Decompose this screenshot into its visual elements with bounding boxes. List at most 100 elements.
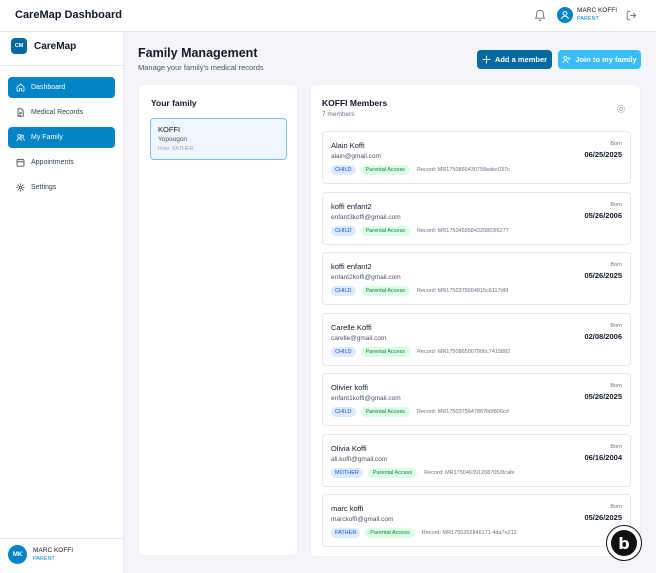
member-email: carelle@gmail.com xyxy=(331,334,387,342)
logout-icon[interactable] xyxy=(626,10,637,21)
sidebar-item-my-family[interactable]: My Family xyxy=(8,127,115,148)
birth-date: 06/25/2025 xyxy=(584,150,622,159)
relation-badge: CHILD xyxy=(331,225,356,236)
member-name: Carelle Koffi xyxy=(331,322,372,332)
access-badge: Parental Access xyxy=(367,467,418,478)
sidebar-item-dashboard[interactable]: Dashboard xyxy=(8,77,115,98)
sidebar-item-settings[interactable]: Settings xyxy=(8,177,115,198)
member-card[interactable]: marc koffi marckoffi@gmail.com FATHER Pa… xyxy=(322,494,631,547)
sidebar-item-label: My Family xyxy=(31,134,63,141)
relation-badge: CHILD xyxy=(331,286,356,296)
member-email: marckoffi@gmail.com xyxy=(331,516,394,523)
sidebar-item-medical-records[interactable]: Medical Records xyxy=(8,102,115,123)
sidebar-nav: Dashboard Medical Records My Family Appo… xyxy=(8,77,115,202)
record-id: Record: MR1750463912087053fcafe xyxy=(424,469,515,476)
page-subtitle: Manage your family's medical records xyxy=(138,63,264,72)
member-card[interactable]: Alain Koffi alain@gmail.com CHILD Parent… xyxy=(322,131,631,184)
builder-badge[interactable]: b xyxy=(606,525,642,561)
member-card[interactable]: Carelle Koffi carelle@gmail.com CHILD Pa… xyxy=(322,312,631,366)
family-panel: Your family KOFFI Yopougon Role: FATHER xyxy=(138,84,298,556)
users-icon xyxy=(16,134,25,142)
user-role: PARENT xyxy=(33,555,55,562)
record-id: Record: MR1750865007906c7415882 xyxy=(416,348,511,355)
birth-date: 05/26/2025 xyxy=(584,392,622,401)
born-label: Born xyxy=(610,201,622,208)
member-card[interactable]: koffi enfant2 enfant3koffi@gmail.com CHI… xyxy=(322,191,631,245)
members-panel: KOFFI Members 7 members Alain Koffi alai… xyxy=(310,84,641,557)
b-logo-icon: b xyxy=(611,530,637,556)
birth-date: 02/08/2006 xyxy=(584,331,622,341)
birth-date: 05/26/2006 xyxy=(584,210,622,220)
born-label: Born xyxy=(610,322,622,329)
member-card[interactable]: Olivia Koffi ali.koffi@gmail.com MOTHER … xyxy=(322,433,631,487)
plus-icon xyxy=(482,55,491,64)
top-bar: CareMap Dashboard MARC KOFFI PARENT xyxy=(0,0,656,32)
access-badge: Parental Access xyxy=(360,407,410,417)
born-label: Born xyxy=(610,443,622,450)
relation-badge: CHILD xyxy=(331,165,356,175)
birth-date: 06/16/2004 xyxy=(584,452,622,462)
user-name: MARC KOFFI xyxy=(33,546,74,554)
member-email: alain@gmail.com xyxy=(331,153,381,160)
family-role: Role: FATHER xyxy=(158,146,194,152)
app-title: CareMap Dashboard xyxy=(15,9,122,21)
birth-date: 05/26/2025 xyxy=(584,271,622,280)
sidebar-user[interactable]: MK MARC KOFFI PARENT xyxy=(8,545,73,564)
access-badge: Parental Access xyxy=(360,286,410,296)
record-id: Record: MR1750375647867b6f806cd xyxy=(416,409,509,415)
sidebar-item-label: Settings xyxy=(31,184,57,191)
document-icon xyxy=(17,108,24,117)
record-id: Record: MR1750865430758eabc037c xyxy=(416,167,510,173)
member-email: enfant3koffi@gmail.com xyxy=(331,213,401,221)
join-family-button[interactable]: Join to my family xyxy=(558,50,641,69)
join-family-label: Join to my family xyxy=(575,55,637,64)
member-name: Olivier koffi xyxy=(331,383,368,392)
avatar: MK xyxy=(8,545,27,564)
member-name: koffi enfant2 xyxy=(331,201,372,211)
bell-icon[interactable] xyxy=(534,9,546,22)
brand[interactable]: CM CareMap xyxy=(11,38,76,54)
record-id: Record: MR1750459584320803l6277 xyxy=(416,227,509,234)
divider xyxy=(0,538,123,539)
access-badge: Parental Access xyxy=(360,225,410,236)
calendar-icon xyxy=(16,158,25,167)
member-email: enfant1koffi@gmail.com xyxy=(331,395,401,402)
family-panel-title: Your family xyxy=(151,98,197,108)
divider xyxy=(0,65,123,66)
member-name: Alain Koffi xyxy=(331,141,365,150)
born-label: Born xyxy=(610,383,622,389)
avatar xyxy=(557,7,573,23)
member-card[interactable]: Olivier koffi enfant1koffi@gmail.com CHI… xyxy=(322,373,631,426)
member-list: Alain Koffi alain@gmail.com CHILD Parent… xyxy=(322,131,631,555)
family-name: KOFFI xyxy=(158,125,181,134)
user-role: PARENT xyxy=(577,16,599,22)
brand-name: CareMap xyxy=(34,40,77,52)
birth-date: 05/26/2025 xyxy=(584,513,622,522)
record-id: Record: MR1750352846171 4da7e212 xyxy=(421,530,517,536)
relation-badge: CHILD xyxy=(331,346,356,357)
record-id: Record: MR1750375664815c6117d6f xyxy=(416,288,509,294)
member-email: enfant2koffi@gmail.com xyxy=(331,274,401,281)
family-location: Yopougon xyxy=(158,136,188,143)
members-title: KOFFI Members xyxy=(322,98,388,108)
user-menu[interactable]: MARC KOFFI PARENT xyxy=(557,7,617,23)
add-member-label: Add a member xyxy=(494,55,548,64)
sidebar-item-appointments[interactable]: Appointments xyxy=(8,152,115,173)
member-name: Olivia Koffi xyxy=(331,443,367,453)
relation-badge: MOTHER xyxy=(331,467,363,478)
access-badge: Parental Access xyxy=(360,346,410,357)
gear-icon[interactable] xyxy=(616,104,626,114)
brand-logo: CM xyxy=(11,38,27,54)
user-icon xyxy=(561,11,569,20)
member-email: ali.koffi@gmail.com xyxy=(331,455,388,463)
member-name: koffi enfant2 xyxy=(331,262,372,271)
member-name: marc koffi xyxy=(331,504,364,513)
sidebar-item-label: Medical Records xyxy=(31,109,84,116)
add-member-button[interactable]: Add a member xyxy=(477,50,552,69)
member-card[interactable]: koffi enfant2 enfant2koffi@gmail.com CHI… xyxy=(322,252,631,305)
home-icon xyxy=(16,83,25,92)
access-badge: Parental Access xyxy=(360,165,410,175)
family-card[interactable]: KOFFI Yopougon Role: FATHER xyxy=(150,118,287,160)
members-count: 7 members xyxy=(322,111,355,118)
relation-badge: CHILD xyxy=(331,407,356,417)
